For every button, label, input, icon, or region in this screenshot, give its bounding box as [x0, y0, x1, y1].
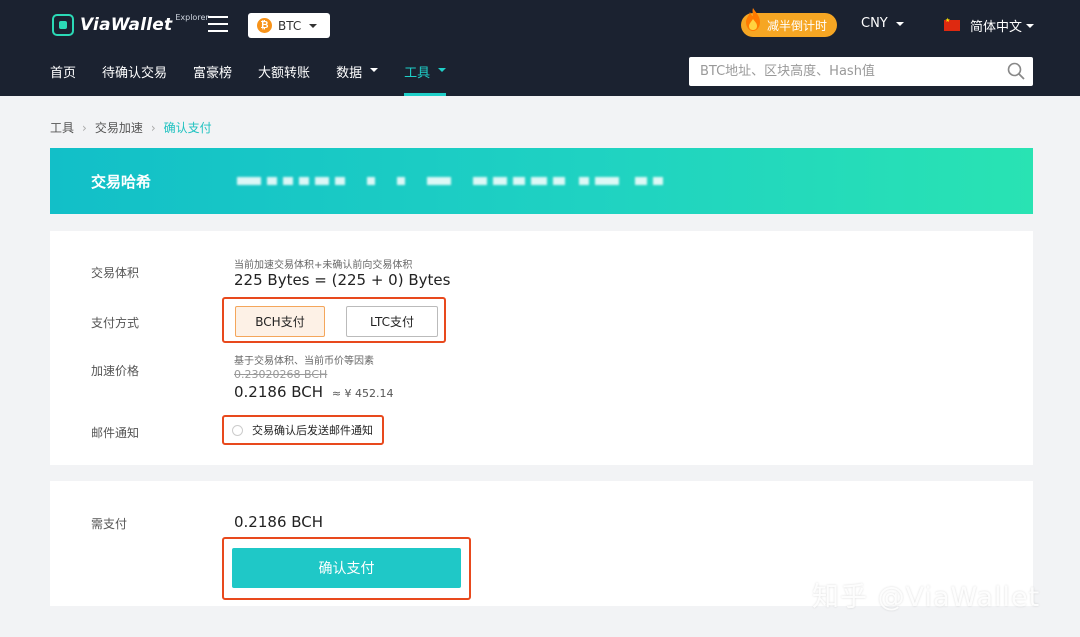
mail-notify-label: 邮件通知 [91, 426, 140, 440]
mail-notify-option[interactable]: 交易确认后发送邮件通知 [222, 415, 384, 445]
nav-item-large-transfers[interactable]: 大额转账 [258, 62, 310, 96]
flame-icon [746, 8, 760, 31]
mail-notify-radio[interactable] [232, 424, 243, 436]
price-hint: 基于交易体积、当前币价等因素 [234, 356, 374, 367]
confirm-payment-highlight: 确认支付 [222, 537, 471, 600]
china-flag-icon [944, 17, 960, 31]
watermark: 知乎 @ViaWallet [812, 582, 1041, 613]
nav-item-data[interactable]: 数据 [336, 62, 379, 96]
logo-subtitle: Explorer [175, 12, 209, 22]
mail-notify-text: 交易确认后发送邮件通知 [252, 424, 373, 437]
logo-text: ViaWallet [80, 15, 173, 35]
amount-due-label: 需支付 [91, 517, 128, 531]
tx-hash-value-redacted [237, 177, 669, 185]
pay-bch-button[interactable]: BCH支付 [235, 306, 325, 337]
coin-selector[interactable]: ₿ BTC [248, 13, 330, 38]
accelerate-details-card: 交易体积 当前加速交易体积+未确认前向交易体积 225 Bytes = (225… [50, 231, 1033, 465]
tx-hash-banner: 交易哈希 [50, 148, 1033, 214]
viawallet-logo-icon [52, 14, 74, 36]
chevron-down-icon [370, 68, 379, 72]
tx-size-value: 225 Bytes = (225 + 0) Bytes [234, 271, 451, 289]
logo[interactable]: ViaWallet Explorer [52, 12, 209, 38]
breadcrumb-tools[interactable]: 工具 [50, 119, 74, 136]
breadcrumb-tx-accelerate[interactable]: 交易加速 [95, 119, 143, 136]
price-original: 0.23020268 BCH [234, 368, 328, 381]
tx-size-hint: 当前加速交易体积+未确认前向交易体积 [234, 260, 413, 271]
price-value-row: 0.2186 BCH ≈ ¥ 452.14 [234, 383, 394, 401]
tx-size-label: 交易体积 [91, 266, 140, 280]
pay-ltc-button[interactable]: LTC支付 [346, 306, 438, 337]
halving-countdown-label: 减半倒计时 [767, 18, 828, 33]
chevron-down-icon [895, 21, 904, 26]
chevron-right-icon: › [150, 120, 156, 135]
top-header: ViaWallet Explorer ₿ BTC 减半倒计时 CNY 简体中文 … [0, 0, 1080, 96]
currency-value: CNY [861, 16, 888, 31]
chevron-right-icon: › [82, 120, 87, 135]
bitcoin-icon: ₿ [257, 18, 272, 33]
search-box [689, 57, 1033, 86]
price-label: 加速价格 [91, 364, 140, 378]
language-value: 简体中文 [970, 20, 1023, 35]
confirm-payment-button[interactable]: 确认支付 [232, 548, 461, 588]
currency-selector[interactable]: CNY [861, 16, 904, 31]
tx-hash-label: 交易哈希 [91, 172, 152, 191]
price-value: 0.2186 BCH [234, 383, 324, 401]
pay-method-label: 支付方式 [91, 316, 140, 330]
halving-countdown-button[interactable]: 减半倒计时 [741, 8, 837, 37]
price-fiat: ≈ ¥ 452.14 [331, 387, 394, 400]
chevron-down-icon [438, 68, 447, 72]
nav-item-home[interactable]: 首页 [50, 62, 76, 96]
search-icon[interactable] [1007, 62, 1025, 80]
main-nav: 首页 待确认交易 富豪榜 大额转账 数据 工具 [50, 62, 472, 96]
nav-item-tools[interactable]: 工具 [404, 62, 447, 96]
nav-item-rich-list[interactable]: 富豪榜 [193, 62, 232, 96]
chevron-down-icon [1026, 23, 1035, 28]
pay-method-group: BCH支付 LTC支付 [222, 297, 446, 343]
breadcrumb-confirm-payment: 确认支付 [163, 121, 212, 135]
chevron-down-icon [309, 23, 318, 28]
hamburger-menu-icon[interactable] [208, 16, 228, 32]
coin-selector-value: BTC [278, 18, 302, 33]
amount-due-value: 0.2186 BCH [234, 513, 324, 531]
language-selector[interactable]: 简体中文 [944, 16, 1035, 35]
nav-item-pending-tx[interactable]: 待确认交易 [102, 62, 167, 96]
breadcrumb: 工具 › 交易加速 › 确认支付 [50, 119, 212, 136]
search-input[interactable] [689, 57, 989, 86]
